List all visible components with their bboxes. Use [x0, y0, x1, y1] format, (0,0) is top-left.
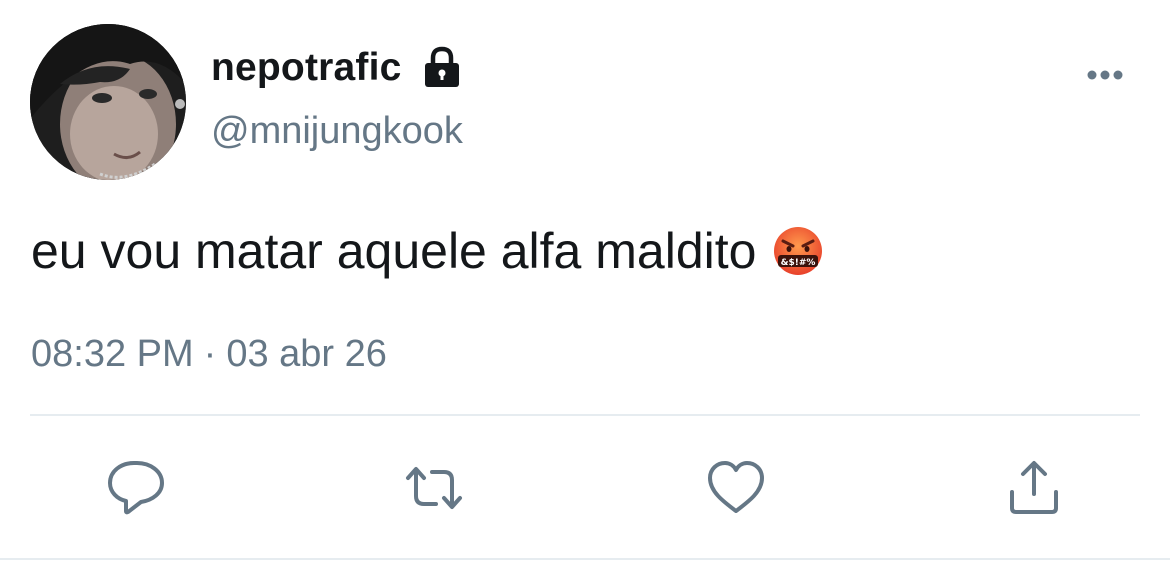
display-name[interactable]: nepotrafic [211, 46, 402, 90]
svg-text:&$!#%: &$!#% [781, 258, 816, 268]
face-with-symbols-on-mouth-icon: &$!#% [772, 225, 824, 277]
user-handle[interactable]: @mnijungkook [211, 110, 463, 153]
display-name-row: nepotrafic [211, 42, 462, 94]
heart-icon [708, 461, 764, 513]
like-button[interactable] [704, 456, 768, 520]
tweet-text-row: eu vou matar aquele alfa maldito &$!#% [31, 220, 824, 282]
separator-dot: · [203, 333, 217, 375]
divider [30, 414, 1140, 416]
share-icon [1010, 461, 1058, 514]
bottom-divider [0, 558, 1170, 560]
reply-button[interactable] [104, 456, 168, 520]
timestamp[interactable]: 08:32 PM · 03 abr 26 [31, 333, 387, 376]
retweet-icon [406, 467, 462, 509]
retweet-button[interactable] [402, 456, 466, 520]
more-options-icon[interactable] [1082, 60, 1130, 90]
speech-bubble-icon [108, 461, 164, 515]
share-button[interactable] [1002, 456, 1066, 520]
lock-icon [422, 46, 462, 90]
avatar[interactable] [30, 24, 186, 180]
tweet-text: eu vou matar aquele alfa maldito [31, 223, 757, 279]
avatar-image [30, 24, 186, 180]
tweet-card: nepotrafic @mnijungkook eu vou matar aqu… [0, 0, 1170, 579]
tweet-date: 03 abr 26 [226, 333, 387, 375]
tweet-time: 08:32 PM [31, 333, 194, 375]
